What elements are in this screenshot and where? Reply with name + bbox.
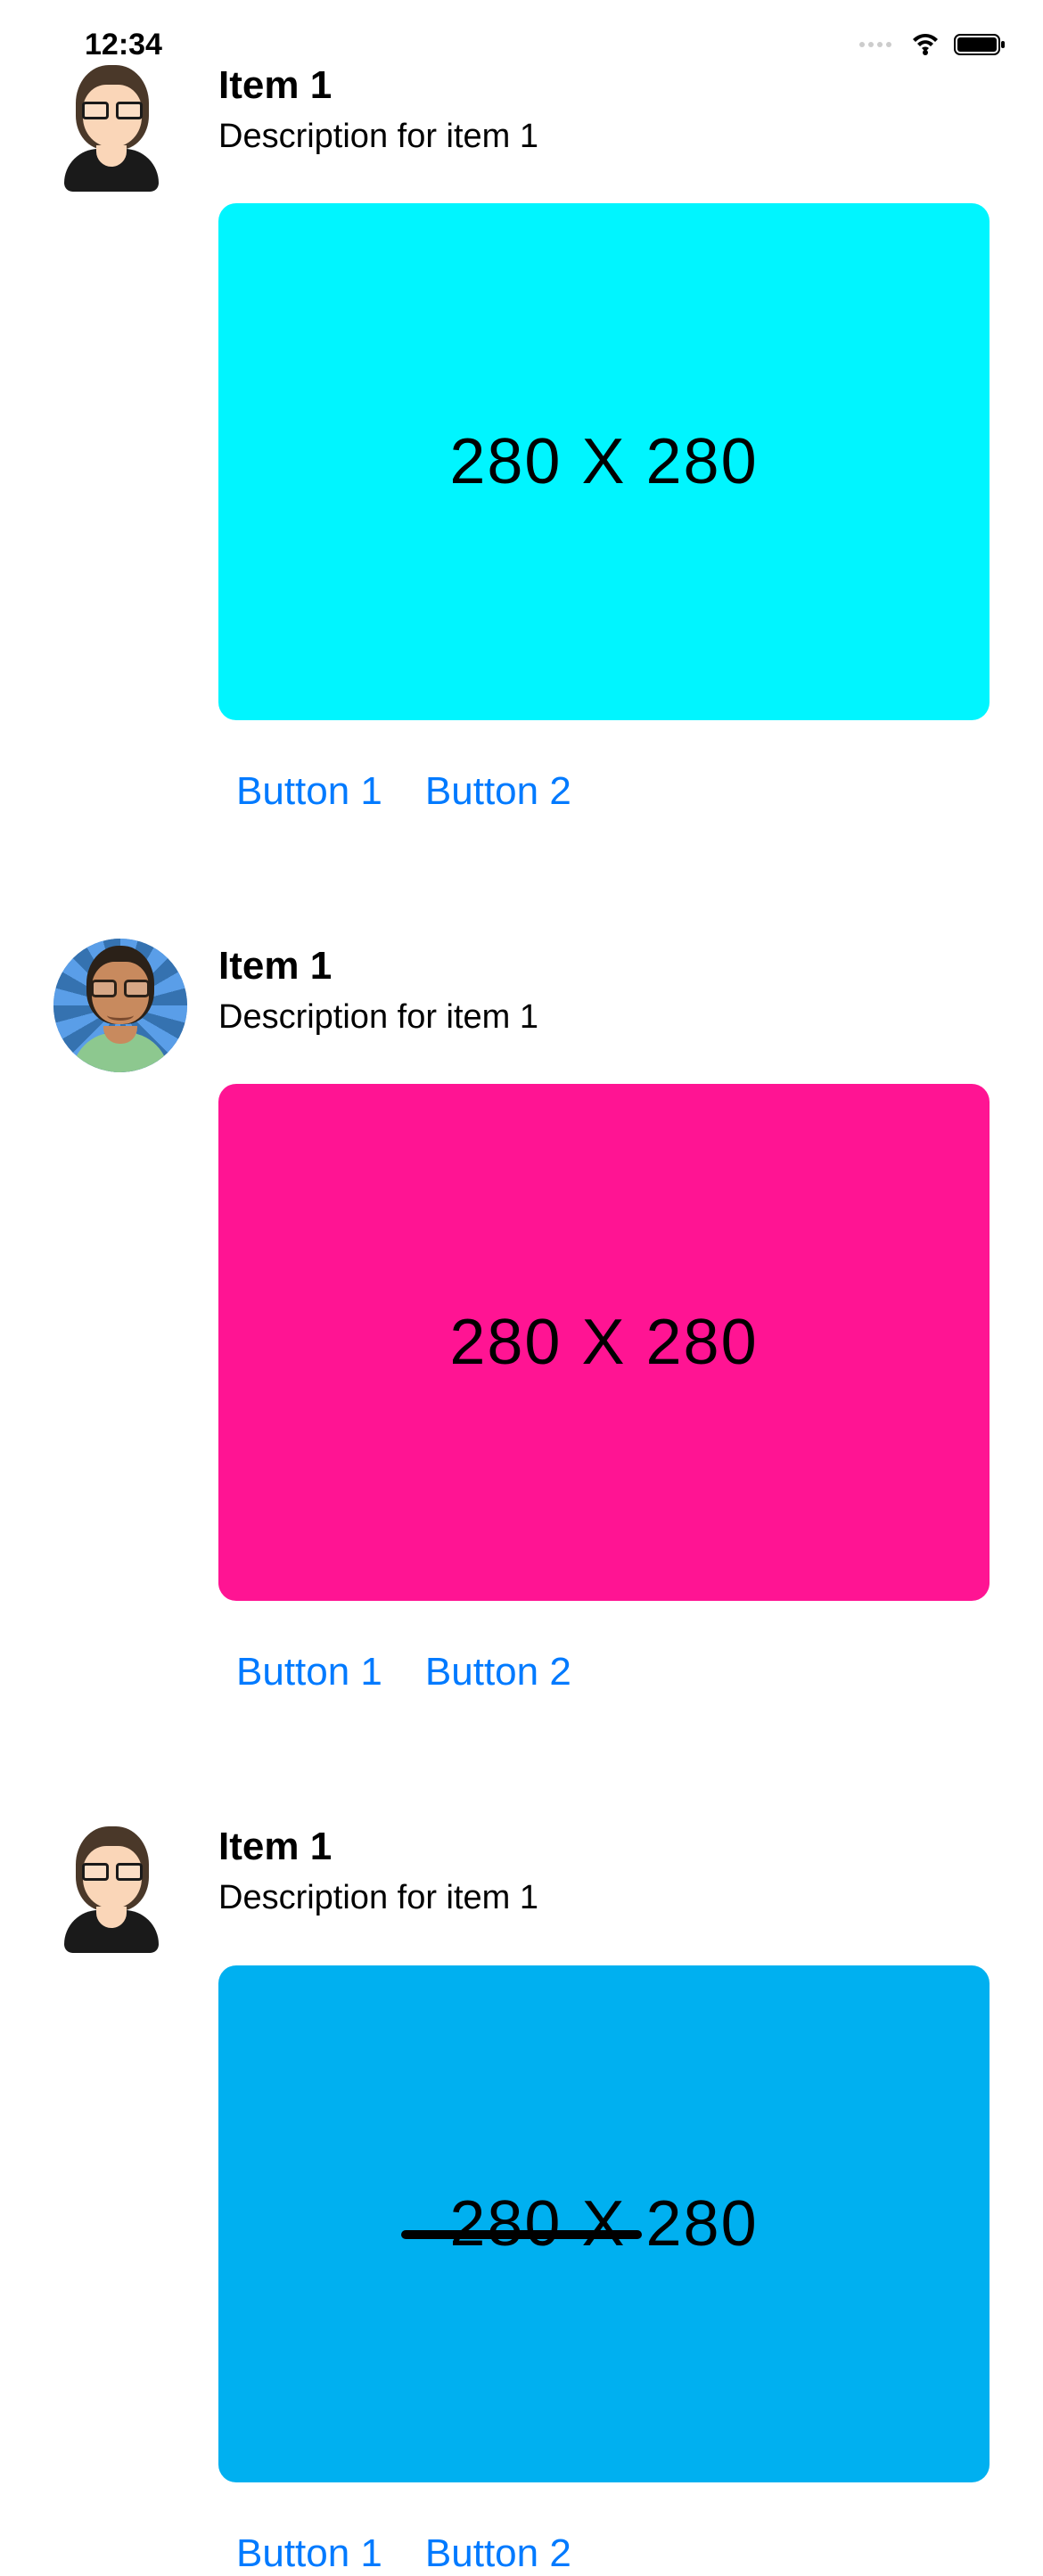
item-description: Description for item 1 (218, 115, 990, 159)
item-content: Item 1 Description for item 1 280 X 280 … (218, 62, 990, 814)
item-title: Item 1 (218, 1824, 990, 1871)
item-image-placeholder[interactable]: 280 X 280 (218, 1084, 990, 1601)
item-buttons: Button 1 Button 2 (218, 769, 990, 814)
feed-list[interactable]: Item 1 Description for item 1 280 X 280 … (0, 0, 1043, 2576)
item-image-placeholder[interactable]: 280 X 280 (218, 1965, 990, 2482)
item-buttons: Button 1 Button 2 (218, 2531, 990, 2576)
list-item: Item 1 Description for item 1 280 X 280 … (53, 1824, 990, 2575)
item-image-placeholder[interactable]: 280 X 280 (218, 203, 990, 720)
item-description: Description for item 1 (218, 996, 990, 1039)
status-icons (859, 32, 1007, 57)
item-title: Item 1 (218, 943, 990, 990)
item-button-1[interactable]: Button 1 (236, 1650, 382, 1694)
item-content: Item 1 Description for item 1 280 X 280 … (218, 1824, 990, 2575)
wifi-icon (909, 32, 941, 57)
home-indicator[interactable] (401, 2230, 642, 2239)
list-item: Item 1 Description for item 1 280 X 280 … (53, 62, 990, 814)
image-size-label: 280 X 280 (449, 425, 758, 498)
status-bar: 12:34 (0, 0, 1043, 89)
item-button-1[interactable]: Button 1 (236, 2531, 382, 2576)
battery-icon (954, 32, 1007, 57)
status-time: 12:34 (36, 28, 162, 62)
item-content: Item 1 Description for item 1 280 X 280 … (218, 943, 990, 1694)
image-size-label: 280 X 280 (449, 1306, 758, 1379)
item-button-2[interactable]: Button 2 (425, 2531, 571, 2576)
item-button-2[interactable]: Button 2 (425, 1650, 571, 1694)
image-size-label: 280 X 280 (449, 2187, 758, 2260)
list-item: Item 1 Description for item 1 280 X 280 … (53, 943, 990, 1694)
avatar[interactable] (53, 939, 187, 1072)
cellular-dots-icon (859, 42, 891, 47)
item-description: Description for item 1 (218, 1876, 990, 1920)
item-buttons: Button 1 Button 2 (218, 1650, 990, 1694)
item-button-2[interactable]: Button 2 (425, 769, 571, 814)
item-button-1[interactable]: Button 1 (236, 769, 382, 814)
avatar[interactable] (53, 1819, 187, 1953)
